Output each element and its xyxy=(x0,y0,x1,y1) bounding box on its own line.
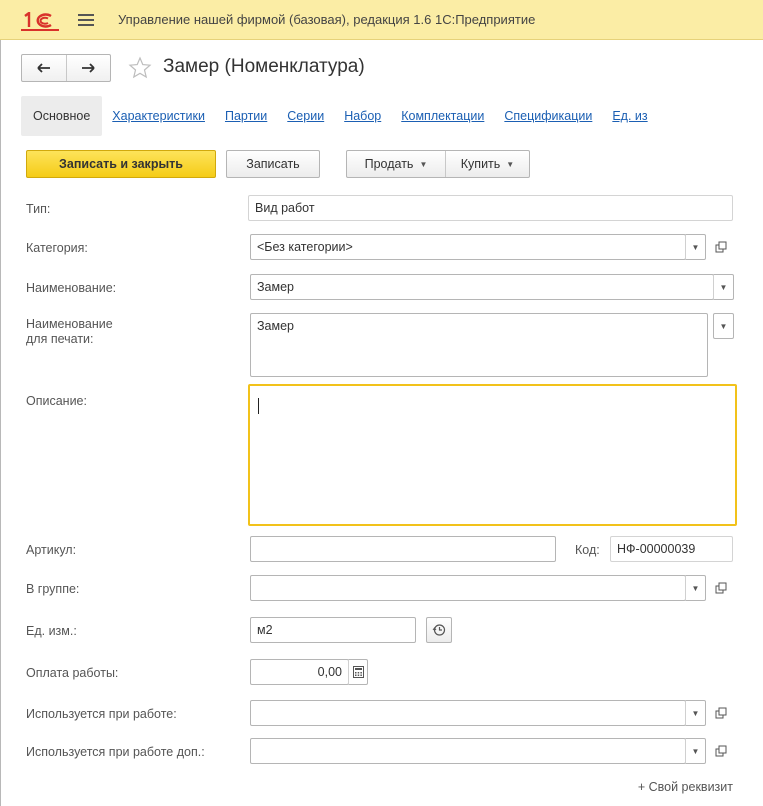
tab-series[interactable]: Серии xyxy=(277,96,334,136)
chevron-down-icon: ▼ xyxy=(719,282,728,292)
tab-batches[interactable]: Партии xyxy=(215,96,277,136)
chevron-down-icon: ▼ xyxy=(691,242,700,252)
unit-field[interactable]: м2 xyxy=(250,617,416,643)
chevron-down-icon: ▼ xyxy=(691,746,700,756)
open-icon xyxy=(715,707,727,719)
category-label: Категория: xyxy=(26,241,88,255)
name-label: Наименование: xyxy=(26,281,117,295)
chevron-down-icon: ▼ xyxy=(419,159,428,169)
print-name-dropdown-button[interactable]: ▼ xyxy=(713,313,734,339)
used-in-work-open-button[interactable] xyxy=(709,700,733,726)
description-textarea[interactable] xyxy=(248,384,737,526)
used-in-work-extra-open-button[interactable] xyxy=(709,738,733,764)
group-field[interactable] xyxy=(250,575,686,601)
buy-button[interactable]: Купить ▼ xyxy=(445,151,529,177)
used-in-work-dropdown-button[interactable]: ▼ xyxy=(685,700,706,726)
type-field[interactable]: Вид работ xyxy=(248,195,733,221)
calculator-button[interactable] xyxy=(348,659,368,685)
name-dropdown-button[interactable]: ▼ xyxy=(713,274,734,300)
save-button[interactable]: Записать xyxy=(226,150,320,178)
forward-button[interactable] xyxy=(65,55,111,81)
print-name-field[interactable]: Замер xyxy=(250,313,708,377)
used-in-work-field[interactable] xyxy=(250,700,686,726)
name-field[interactable]: Замер xyxy=(250,274,714,300)
used-in-work-extra-field[interactable] xyxy=(250,738,686,764)
chevron-down-icon: ▼ xyxy=(506,159,515,169)
group-open-button[interactable] xyxy=(709,575,733,601)
tab-specifications[interactable]: Спецификации xyxy=(494,96,602,136)
article-label: Артикул: xyxy=(26,543,77,557)
save-and-close-button[interactable]: Записать и закрыть xyxy=(26,150,216,178)
open-icon xyxy=(715,745,727,757)
print-name-label: Наименование для печати: xyxy=(26,317,113,347)
tab-main[interactable]: Основное xyxy=(21,96,103,136)
1c-logo xyxy=(21,10,61,31)
category-field[interactable]: <Без категории> xyxy=(250,234,686,260)
print-name-label-line2: для печати: xyxy=(26,332,94,346)
main-menu-icon[interactable] xyxy=(75,9,97,31)
sell-button[interactable]: Продать ▼ xyxy=(347,151,445,177)
add-custom-attribute-link[interactable]: + Свой реквизит xyxy=(638,780,733,794)
tab-configurations[interactable]: Комплектации xyxy=(391,96,494,136)
unit-history-button[interactable] xyxy=(426,617,452,643)
payment-label: Оплата работы: xyxy=(26,666,119,680)
used-in-work-label: Используется при работе: xyxy=(26,707,177,721)
used-in-work-extra-dropdown-button[interactable]: ▼ xyxy=(685,738,706,764)
arrow-right-icon xyxy=(82,63,95,73)
chevron-down-icon: ▼ xyxy=(719,321,728,331)
tab-characteristics[interactable]: Характеристики xyxy=(102,96,215,136)
navigation-buttons xyxy=(21,54,111,82)
used-in-work-extra-label: Используется при работе доп.: xyxy=(26,745,205,759)
category-open-button[interactable] xyxy=(709,234,733,260)
group-label: В группе: xyxy=(26,582,80,596)
buy-label: Купить xyxy=(460,157,501,171)
unit-label: Ед. изм.: xyxy=(26,624,77,638)
payment-field[interactable]: 0,00 xyxy=(250,659,349,685)
arrow-left-icon xyxy=(37,63,50,73)
title-bar: Управление нашей фирмой (базовая), редак… xyxy=(0,0,763,40)
tab-set[interactable]: Набор xyxy=(334,96,391,136)
star-icon[interactable] xyxy=(128,56,152,80)
form-title: Замер (Номенклатура) xyxy=(163,56,365,77)
calculator-icon xyxy=(352,666,364,678)
open-icon xyxy=(715,241,727,253)
open-icon xyxy=(715,582,727,594)
chevron-down-icon: ▼ xyxy=(691,583,700,593)
back-button[interactable] xyxy=(22,55,66,81)
history-clock-icon xyxy=(432,624,446,636)
description-label: Описание: xyxy=(26,394,87,408)
text-cursor xyxy=(258,398,259,414)
print-name-label-line1: Наименование xyxy=(26,317,113,331)
form-tabs: Основное Характеристики Партии Серии Наб… xyxy=(21,96,658,136)
group-dropdown-button[interactable]: ▼ xyxy=(685,575,706,601)
code-label: Код: xyxy=(575,543,600,557)
tab-units[interactable]: Ед. из xyxy=(602,96,657,136)
article-field[interactable] xyxy=(250,536,556,562)
category-dropdown-button[interactable]: ▼ xyxy=(685,234,706,260)
app-title: Управление нашей фирмой (базовая), редак… xyxy=(118,12,536,27)
type-label: Тип: xyxy=(26,202,51,216)
code-field[interactable]: НФ-00000039 xyxy=(610,536,733,562)
chevron-down-icon: ▼ xyxy=(691,708,700,718)
sell-buy-buttons: Продать ▼ Купить ▼ xyxy=(346,150,530,178)
sell-label: Продать xyxy=(364,157,414,171)
